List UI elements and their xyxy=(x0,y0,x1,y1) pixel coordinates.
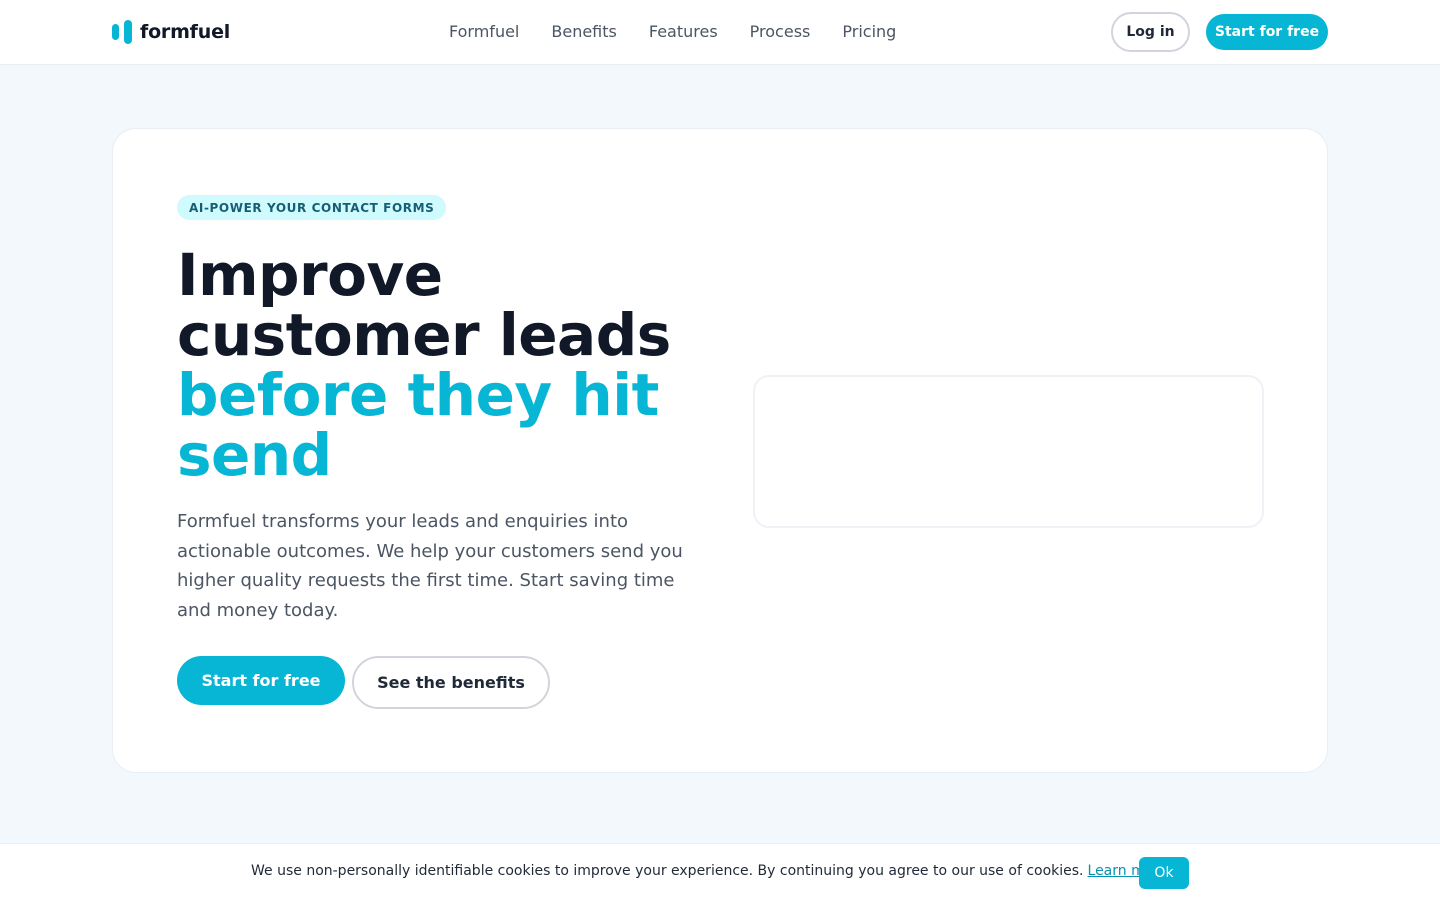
formfuel-logo-icon xyxy=(112,20,132,44)
nav-link-process[interactable]: Process xyxy=(750,21,811,43)
cookie-banner: We use non-personally identifiable cooki… xyxy=(0,843,1440,900)
site-header: formfuel Formfuel Benefits Features Proc… xyxy=(0,0,1440,65)
see-benefits-button[interactable]: See the benefits xyxy=(352,656,550,709)
cookie-ok-button[interactable]: Ok xyxy=(1139,857,1189,889)
headline-accent-line-1: before they hit xyxy=(177,361,659,429)
nav-link-formfuel[interactable]: Formfuel xyxy=(449,21,519,43)
headline-line-2: customer leads xyxy=(177,301,671,369)
hero-start-free-button[interactable]: Start for free xyxy=(177,656,345,705)
hero-card: AI-POWER YOUR CONTACT FORMS Improve cust… xyxy=(112,128,1328,773)
logo[interactable]: formfuel xyxy=(112,19,230,45)
cookie-text: We use non-personally identifiable cooki… xyxy=(251,863,1084,879)
headline-line-1: Improve xyxy=(177,241,443,309)
main-nav: Formfuel Benefits Features Process Prici… xyxy=(449,21,928,43)
nav-link-benefits[interactable]: Benefits xyxy=(551,21,617,43)
demo-preview-placeholder xyxy=(753,375,1264,528)
login-button[interactable]: Log in xyxy=(1111,12,1190,52)
hero-badge: AI-POWER YOUR CONTACT FORMS xyxy=(177,195,447,220)
nav-link-features[interactable]: Features xyxy=(649,21,718,43)
hero-headline: Improve customer leads before they hit s… xyxy=(177,245,737,485)
hero-description: Formfuel transforms your leads and enqui… xyxy=(177,511,683,621)
nav-link-pricing[interactable]: Pricing xyxy=(842,21,896,43)
cookie-message: We use non-personally identifiable cooki… xyxy=(251,863,1167,879)
logo-text: formfuel xyxy=(140,21,231,43)
header-start-free-button[interactable]: Start for free xyxy=(1206,14,1328,50)
headline-accent-line-2: send xyxy=(177,421,332,489)
